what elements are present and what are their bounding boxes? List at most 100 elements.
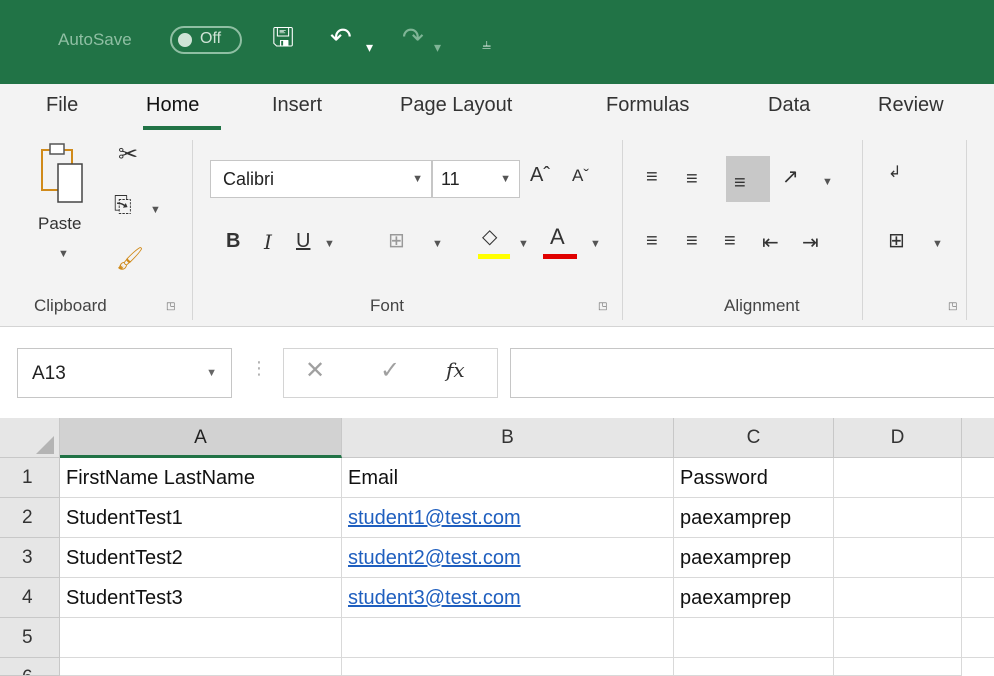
formula-input[interactable] [510, 348, 994, 398]
paste-label[interactable]: Paste [38, 214, 81, 234]
borders-dropdown-icon[interactable]: ▼ [432, 238, 443, 250]
bold-icon[interactable]: B [226, 230, 240, 253]
cell-c1[interactable]: Password [674, 458, 834, 498]
name-box[interactable]: A13 ▼ [17, 348, 232, 398]
orientation-dropdown-icon[interactable]: ▼ [822, 176, 833, 188]
cell-c3[interactable]: paexamprep [674, 538, 834, 578]
wrap-text-icon[interactable]: ↲ [888, 162, 901, 182]
cell-e4[interactable] [962, 578, 994, 618]
cell-b6[interactable] [342, 658, 674, 676]
tab-data[interactable]: Data [768, 94, 810, 117]
column-header-d[interactable]: D [834, 418, 962, 458]
cancel-icon[interactable]: ✕ [305, 356, 325, 385]
cell-c6[interactable] [674, 658, 834, 676]
cell-a6[interactable] [60, 658, 342, 676]
column-header-b[interactable]: B [342, 418, 674, 458]
row-header-3[interactable]: 3 [0, 538, 60, 578]
row-header-2[interactable]: 2 [0, 498, 60, 538]
undo-dropdown-icon[interactable]: ▾ [366, 32, 373, 62]
underline-dropdown-icon[interactable]: ▼ [324, 238, 335, 250]
cell-d6[interactable] [834, 658, 962, 676]
font-group-label: Font [370, 296, 405, 315]
autosave-toggle[interactable]: Off [170, 26, 242, 54]
decrease-indent-icon[interactable]: ⇤ [762, 230, 779, 255]
tab-insert[interactable]: Insert [272, 94, 322, 117]
tab-page-layout[interactable]: Page Layout [400, 94, 512, 117]
format-painter-icon[interactable]: 🖌 [116, 246, 144, 272]
cell-c2[interactable]: paexamprep [674, 498, 834, 538]
cell-e3[interactable] [962, 538, 994, 578]
cell-b4[interactable]: student3@test.com [342, 578, 674, 618]
redo-dropdown-icon[interactable]: ▾ [434, 32, 441, 62]
bottom-align-button[interactable] [726, 156, 770, 202]
increase-indent-icon[interactable]: ⇥ [802, 230, 819, 255]
cut-icon[interactable]: ✂ [118, 140, 138, 169]
align-right-icon[interactable]: ≡ [724, 230, 736, 253]
cell-b3[interactable]: student2@test.com [342, 538, 674, 578]
cell-e2[interactable] [962, 498, 994, 538]
cell-c4[interactable]: paexamprep [674, 578, 834, 618]
tab-formulas[interactable]: Formulas [606, 94, 689, 117]
font-family-select[interactable]: Calibri ▼ [210, 160, 432, 198]
middle-align-icon[interactable]: ≡ [686, 168, 698, 191]
undo-icon[interactable]: ↶ [330, 22, 352, 52]
row-header-5[interactable]: 5 [0, 618, 60, 658]
cell-d1[interactable] [834, 458, 962, 498]
decrease-font-size-icon[interactable]: Aˇ [572, 166, 589, 186]
insert-function-icon[interactable]: fx [446, 358, 465, 382]
font-size-select[interactable]: 11 ▼ [432, 160, 520, 198]
enter-icon[interactable]: ✓ [380, 356, 400, 385]
cell-d4[interactable] [834, 578, 962, 618]
merge-dropdown-icon[interactable]: ▼ [932, 238, 943, 250]
tab-home[interactable]: Home [146, 94, 199, 117]
copy-dropdown-icon[interactable]: ▼ [150, 204, 161, 216]
cell-b5[interactable] [342, 618, 674, 658]
font-color-icon[interactable]: A [550, 224, 565, 250]
cell-e1[interactable] [962, 458, 994, 498]
underline-icon[interactable]: U [296, 230, 310, 253]
orientation-icon[interactable]: ↗ [782, 164, 799, 189]
cell-e5[interactable] [962, 618, 994, 658]
column-header-e[interactable] [962, 418, 994, 458]
copy-icon[interactable]: ⎘ [114, 192, 132, 218]
row-header-6[interactable]: 6 [0, 658, 60, 676]
paste-icon[interactable] [40, 142, 84, 208]
italic-icon[interactable]: I [264, 230, 272, 254]
cell-d2[interactable] [834, 498, 962, 538]
align-left-icon[interactable]: ≡ [646, 230, 658, 253]
customize-toolbar-icon[interactable]: ⫨ [482, 30, 491, 60]
increase-font-size-icon[interactable]: Aˆ [530, 164, 550, 187]
drag-handle-icon[interactable]: ⋮ [250, 358, 268, 379]
tab-review[interactable]: Review [878, 94, 944, 117]
cell-a5[interactable] [60, 618, 342, 658]
cell-d3[interactable] [834, 538, 962, 578]
borders-icon[interactable]: ⊞ [388, 228, 405, 253]
chevron-down-icon: ▼ [206, 367, 217, 379]
fill-color-icon[interactable]: ◇ [482, 224, 497, 249]
save-icon[interactable]: 🖫 [272, 22, 294, 52]
fill-color-dropdown-icon[interactable]: ▼ [518, 238, 529, 250]
cell-a4[interactable]: StudentTest3 [60, 578, 342, 618]
top-align-icon[interactable]: ≡ [646, 166, 658, 189]
cell-c5[interactable] [674, 618, 834, 658]
cell-a1[interactable]: FirstName LastName [60, 458, 342, 498]
column-header-c[interactable]: C [674, 418, 834, 458]
cell-b2[interactable]: student1@test.com [342, 498, 674, 538]
bottom-align-icon[interactable]: ≡ [734, 172, 746, 195]
row-header-1[interactable]: 1 [0, 458, 60, 498]
align-center-icon[interactable]: ≡ [686, 230, 698, 253]
cell-a3[interactable]: StudentTest2 [60, 538, 342, 578]
paste-dropdown-icon[interactable]: ▼ [58, 248, 69, 260]
merge-center-icon[interactable]: ⊞ [888, 228, 905, 253]
redo-icon[interactable]: ↷ [402, 22, 424, 52]
alignment-launcher-icon[interactable]: ◳ [948, 301, 957, 312]
column-header-a[interactable]: A [60, 418, 342, 458]
cell-a2[interactable]: StudentTest1 [60, 498, 342, 538]
clipboard-launcher-icon[interactable]: ◳ [166, 301, 175, 312]
tab-file[interactable]: File [46, 94, 78, 117]
cell-b1[interactable]: Email [342, 458, 674, 498]
font-color-dropdown-icon[interactable]: ▼ [590, 238, 601, 250]
cell-d5[interactable] [834, 618, 962, 658]
font-launcher-icon[interactable]: ◳ [598, 301, 607, 312]
row-header-4[interactable]: 4 [0, 578, 60, 618]
